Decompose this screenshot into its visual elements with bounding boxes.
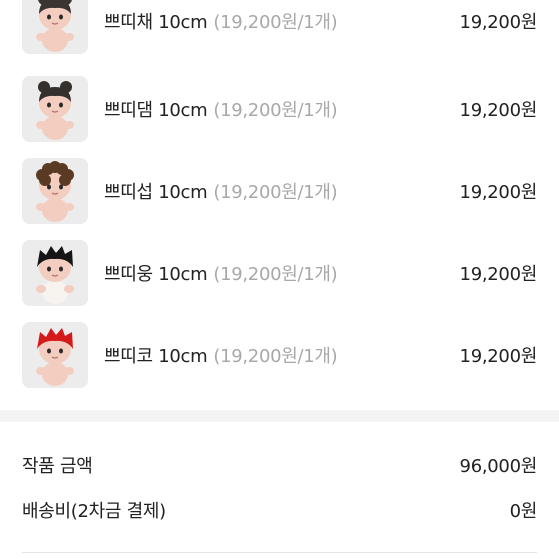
product-price: 19,200원: [459, 264, 538, 285]
shipping-label: 배송비(2차금 결제): [22, 501, 166, 522]
section-divider: [0, 410, 559, 422]
product-price: 19,200원: [459, 100, 538, 121]
doll-image: [22, 76, 88, 142]
product-price: 19,200원: [459, 12, 538, 33]
subtotal-label: 작품 금액: [22, 456, 93, 477]
doll-image: [22, 158, 88, 224]
order-item: 쁘띠코 10cm (19,200원/1개) 19,200원: [0, 322, 559, 390]
product-name: 쁘띠채 10cm (19,200원/1개): [104, 12, 338, 33]
product-name: 쁘띠코 10cm (19,200원/1개): [104, 346, 338, 367]
order-item: 쁘띠채 10cm (19,200원/1개) 19,200원: [0, 0, 559, 56]
order-summary-page: 쁘띠채 10cm (19,200원/1개) 19,200원 쁘띠댐 10cm (19…: [0, 0, 559, 559]
product-thumbnail[interactable]: [22, 76, 88, 142]
product-price: 19,200원: [459, 346, 538, 367]
product-unit-price: (19,200원/1개): [213, 346, 338, 367]
order-item: 쁘띠댐 10cm (19,200원/1개) 19,200원: [0, 76, 559, 144]
product-thumbnail[interactable]: [22, 158, 88, 224]
product-name: 쁘띠웅 10cm (19,200원/1개): [104, 264, 338, 285]
shipping-value: 0원: [509, 501, 538, 522]
order-item: 쁘띠섭 10cm (19,200원/1개) 19,200원: [0, 158, 559, 226]
doll-image: [22, 0, 88, 54]
order-item: 쁘띠웅 10cm (19,200원/1개) 19,200원: [0, 240, 559, 308]
shipping-row: 배송비(2차금 결제) 0원: [22, 497, 537, 525]
product-unit-price: (19,200원/1개): [213, 12, 338, 33]
bottom-divider: [22, 552, 537, 553]
product-thumbnail[interactable]: [22, 0, 88, 54]
product-name: 쁘띠댐 10cm (19,200원/1개): [104, 100, 338, 121]
product-name: 쁘띠섭 10cm (19,200원/1개): [104, 182, 338, 203]
product-unit-price: (19,200원/1개): [213, 264, 338, 285]
product-thumbnail[interactable]: [22, 240, 88, 306]
subtotal-value: 96,000원: [459, 456, 538, 477]
doll-image: [22, 240, 88, 306]
product-thumbnail[interactable]: [22, 322, 88, 388]
product-unit-price: (19,200원/1개): [213, 182, 338, 203]
doll-image: [22, 322, 88, 388]
product-price: 19,200원: [459, 182, 538, 203]
subtotal-row: 작품 금액 96,000원: [22, 452, 537, 480]
product-unit-price: (19,200원/1개): [213, 100, 338, 121]
